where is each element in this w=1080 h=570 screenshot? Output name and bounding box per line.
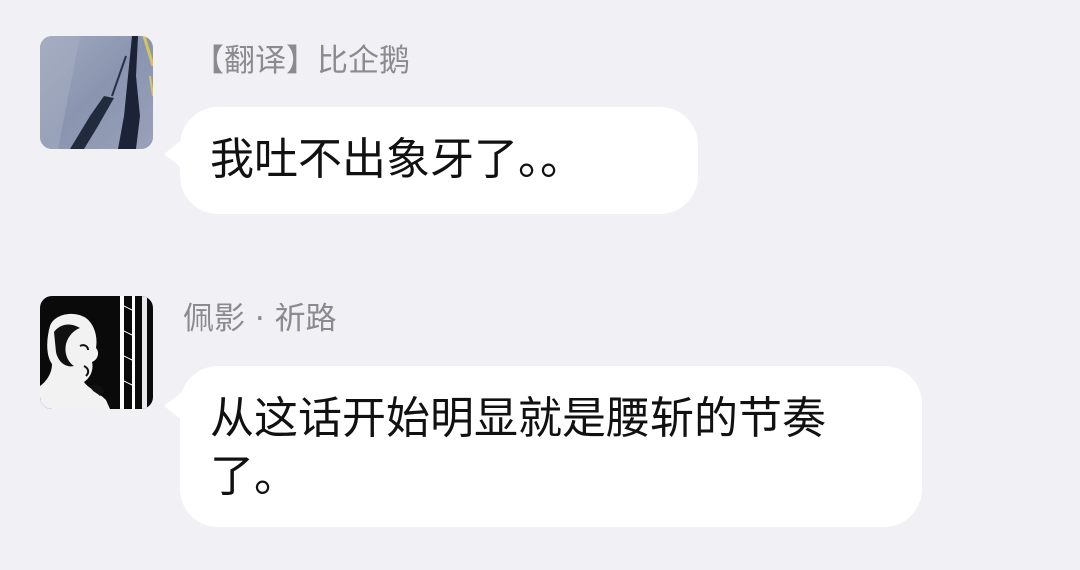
message-bubble[interactable]: 从这话开始明显就是腰斩的节奏了。 [180,366,922,527]
message-text: 我吐不出象牙了。。 [210,134,584,185]
avatar-silhouette-portrait[interactable] [40,296,153,409]
message-bubble[interactable]: 我吐不出象牙了。。 [180,107,698,214]
road-shadow-avatar-image [40,36,153,149]
avatar-road-shadow[interactable] [40,36,153,149]
silhouette-portrait-avatar-image [40,296,153,409]
sender-name: 佩影 · 祈路 [183,301,337,337]
message-text: 从这话开始明显就是腰斩的节奏了。 [210,393,826,502]
sender-name: 【翻译】比企鹅 [193,43,410,79]
